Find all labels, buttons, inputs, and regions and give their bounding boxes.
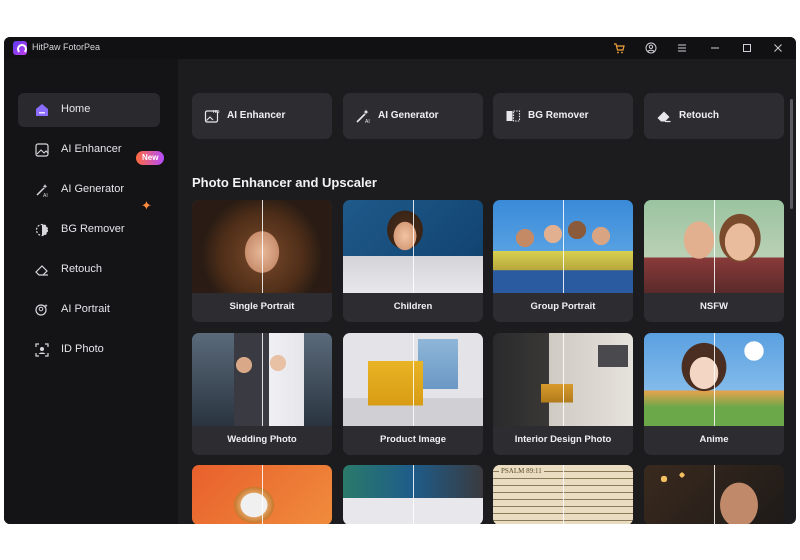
section-title: Photo Enhancer and Upscaler <box>192 175 377 190</box>
card-thumbnail <box>493 333 633 426</box>
menu-icon[interactable] <box>674 40 690 56</box>
bg-remover-icon <box>505 108 521 124</box>
card-thumbnail <box>343 465 483 524</box>
tool-label: AI Generator <box>378 110 439 121</box>
card-wedding-photo[interactable]: Wedding Photo <box>192 333 332 455</box>
app-title: HitPaw FotorPea <box>32 42 101 52</box>
tool-label: Retouch <box>679 110 719 121</box>
sidebar-item-label: Retouch <box>61 263 102 275</box>
magic-wand-icon: AI <box>355 108 371 125</box>
id-photo-icon <box>34 342 50 358</box>
card-single-portrait[interactable]: Single Portrait <box>192 200 332 322</box>
card-thumbnail <box>644 333 784 426</box>
magic-wand-icon: AI <box>34 182 50 198</box>
book-heading-text: PSALM 89:11 <box>499 467 544 475</box>
eraser-icon <box>656 108 672 124</box>
card-thumbnail <box>343 333 483 426</box>
card-collage[interactable] <box>343 465 483 524</box>
portrait-icon <box>34 302 50 318</box>
card-label: Wedding Photo <box>227 434 297 445</box>
card-group-portrait[interactable]: Group Portrait <box>493 200 633 322</box>
sidebar: Home AI Enhancer AI AI Generator BG Remo… <box>4 59 178 524</box>
sidebar-item-ai-generator[interactable]: AI AI Generator <box>18 173 160 207</box>
app-logo-icon <box>13 41 27 55</box>
account-icon[interactable] <box>643 40 659 56</box>
enhancer-icon <box>34 142 50 158</box>
maximize-icon[interactable] <box>739 40 755 56</box>
tool-ai-enhancer-button[interactable]: HD AI Enhancer <box>192 93 332 139</box>
card-thumbnail <box>644 200 784 293</box>
scrollbar[interactable] <box>790 99 793 209</box>
card-portrait-night[interactable] <box>644 465 784 524</box>
tool-label: AI Enhancer <box>227 110 286 121</box>
card-anime[interactable]: Anime <box>644 333 784 455</box>
card-label: Anime <box>699 434 729 445</box>
cart-icon[interactable] <box>611 40 627 56</box>
card-nsfw[interactable]: NSFW <box>644 200 784 322</box>
card-thumbnail: PSALM 89:11 <box>493 465 633 524</box>
card-thumbnail <box>644 465 784 524</box>
tool-label: BG Remover <box>528 110 589 121</box>
tool-retouch-button[interactable]: Retouch <box>644 93 784 139</box>
sidebar-item-label: AI Portrait <box>61 303 110 315</box>
sidebar-item-label: AI Enhancer <box>61 143 122 155</box>
card-interior-design-photo[interactable]: Interior Design Photo <box>493 333 633 455</box>
home-icon <box>34 102 50 118</box>
sidebar-item-retouch[interactable]: Retouch <box>18 253 160 287</box>
sidebar-item-bg-remover[interactable]: BG Remover <box>18 213 160 247</box>
svg-text:AI: AI <box>43 193 48 198</box>
main-content: HD AI Enhancer AI AI Generator BG Remove… <box>178 59 796 524</box>
sidebar-item-ai-portrait[interactable]: AI Portrait <box>18 293 160 327</box>
svg-text:HD: HD <box>213 109 220 114</box>
card-label: Children <box>393 301 433 312</box>
card-thumbnail <box>192 465 332 524</box>
sidebar-item-label: AI Generator <box>61 183 124 195</box>
card-label: Single Portrait <box>229 301 295 312</box>
card-thumbnail <box>493 200 633 293</box>
svg-text:AI: AI <box>365 119 370 124</box>
new-badge: New <box>136 151 165 165</box>
sparkle-icon: ✦ <box>141 198 152 213</box>
tool-bg-remover-button[interactable]: BG Remover <box>493 93 633 139</box>
card-label: Interior Design Photo <box>514 434 612 445</box>
sidebar-item-id-photo[interactable]: ID Photo <box>18 333 160 367</box>
sidebar-item-label: Home <box>61 103 91 115</box>
card-label: Group Portrait <box>530 301 596 312</box>
close-icon[interactable] <box>770 40 786 56</box>
card-pet[interactable] <box>192 465 332 524</box>
eraser-icon <box>34 262 50 278</box>
card-thumbnail <box>192 333 332 426</box>
hd-image-icon: HD <box>204 108 220 124</box>
card-label: Product Image <box>380 434 446 445</box>
app-window: HitPaw FotorPea Home AI Enhancer AI AI G… <box>4 37 796 524</box>
title-bar: HitPaw FotorPea <box>4 37 796 59</box>
card-product-image[interactable]: Product Image <box>343 333 483 455</box>
card-label: NSFW <box>700 301 728 312</box>
bg-remover-icon <box>34 222 50 238</box>
sidebar-item-label: ID Photo <box>61 343 104 355</box>
sidebar-item-label: BG Remover <box>61 223 125 235</box>
minimize-icon[interactable] <box>707 40 723 56</box>
card-old-book[interactable]: PSALM 89:11 <box>493 465 633 524</box>
tool-ai-generator-button[interactable]: AI AI Generator <box>343 93 483 139</box>
card-children[interactable]: Children <box>343 200 483 322</box>
sidebar-item-home[interactable]: Home <box>18 93 160 127</box>
card-thumbnail <box>343 200 483 293</box>
card-thumbnail <box>192 200 332 293</box>
